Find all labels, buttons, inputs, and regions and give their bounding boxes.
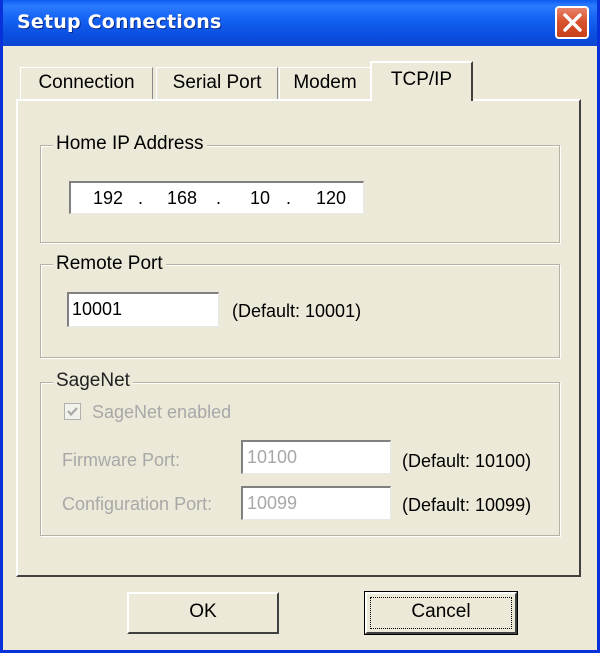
configuration-port-default-note: (Default: 10099) [402,495,532,515]
close-icon [563,13,582,32]
ip-dot-2: . [216,188,222,208]
remote-port-default-note: (Default: 10001) [232,301,362,321]
ip-octet-1: 192 [93,188,124,208]
home-ip-address-field[interactable]: 192 . 168 . 10 . 120 [69,181,364,214]
title-bar[interactable]: Setup Connections [3,0,597,46]
firmware-port-default-note: (Default: 10100) [402,451,532,471]
configuration-port-label: Configuration Port: [62,494,213,514]
remote-port-legend: Remote Port [53,253,166,275]
tab-modem[interactable]: Modem [279,67,371,99]
tab-serial-port-label: Serial Port [172,72,262,93]
ip-dot-3: . [286,188,292,208]
tab-tcp-ip[interactable]: TCP/IP [370,61,473,101]
sagenet-enabled-checkbox[interactable] [64,403,81,420]
focus-ring [370,597,512,629]
firmware-port-value: 10100 [247,447,298,467]
sagenet-legend: SageNet [53,370,133,392]
ip-octet-4: 120 [316,188,347,208]
ip-octet-3: 10 [250,188,271,208]
remote-port-input[interactable]: 10001 [67,292,219,327]
cancel-button[interactable]: Cancel [364,591,518,635]
tab-connection-label: Connection [38,72,135,93]
remote-port-value: 10001 [72,299,123,319]
tab-modem-label: Modem [293,72,357,93]
ip-dot-1: . [138,188,144,208]
ok-button-label: OK [189,601,217,622]
setup-connections-dialog: Setup Connections Connection Serial Port… [0,0,600,653]
sagenet-enabled-label: SageNet enabled [92,402,232,422]
configuration-port-value: 10099 [247,493,298,513]
tab-serial-port[interactable]: Serial Port [156,67,278,99]
firmware-port-input[interactable]: 10100 [241,440,391,474]
firmware-port-label: Firmware Port: [62,450,181,470]
ip-octet-2: 168 [167,188,198,208]
configuration-port-input[interactable]: 10099 [241,486,391,520]
home-ip-legend: Home IP Address [53,133,207,155]
tab-connection[interactable]: Connection [20,67,153,99]
ok-button[interactable]: OK [127,592,279,634]
tab-tcp-ip-label: TCP/IP [390,69,453,90]
close-button[interactable] [555,6,589,39]
checkmark-icon [67,407,78,417]
window-title: Setup Connections [17,11,222,33]
